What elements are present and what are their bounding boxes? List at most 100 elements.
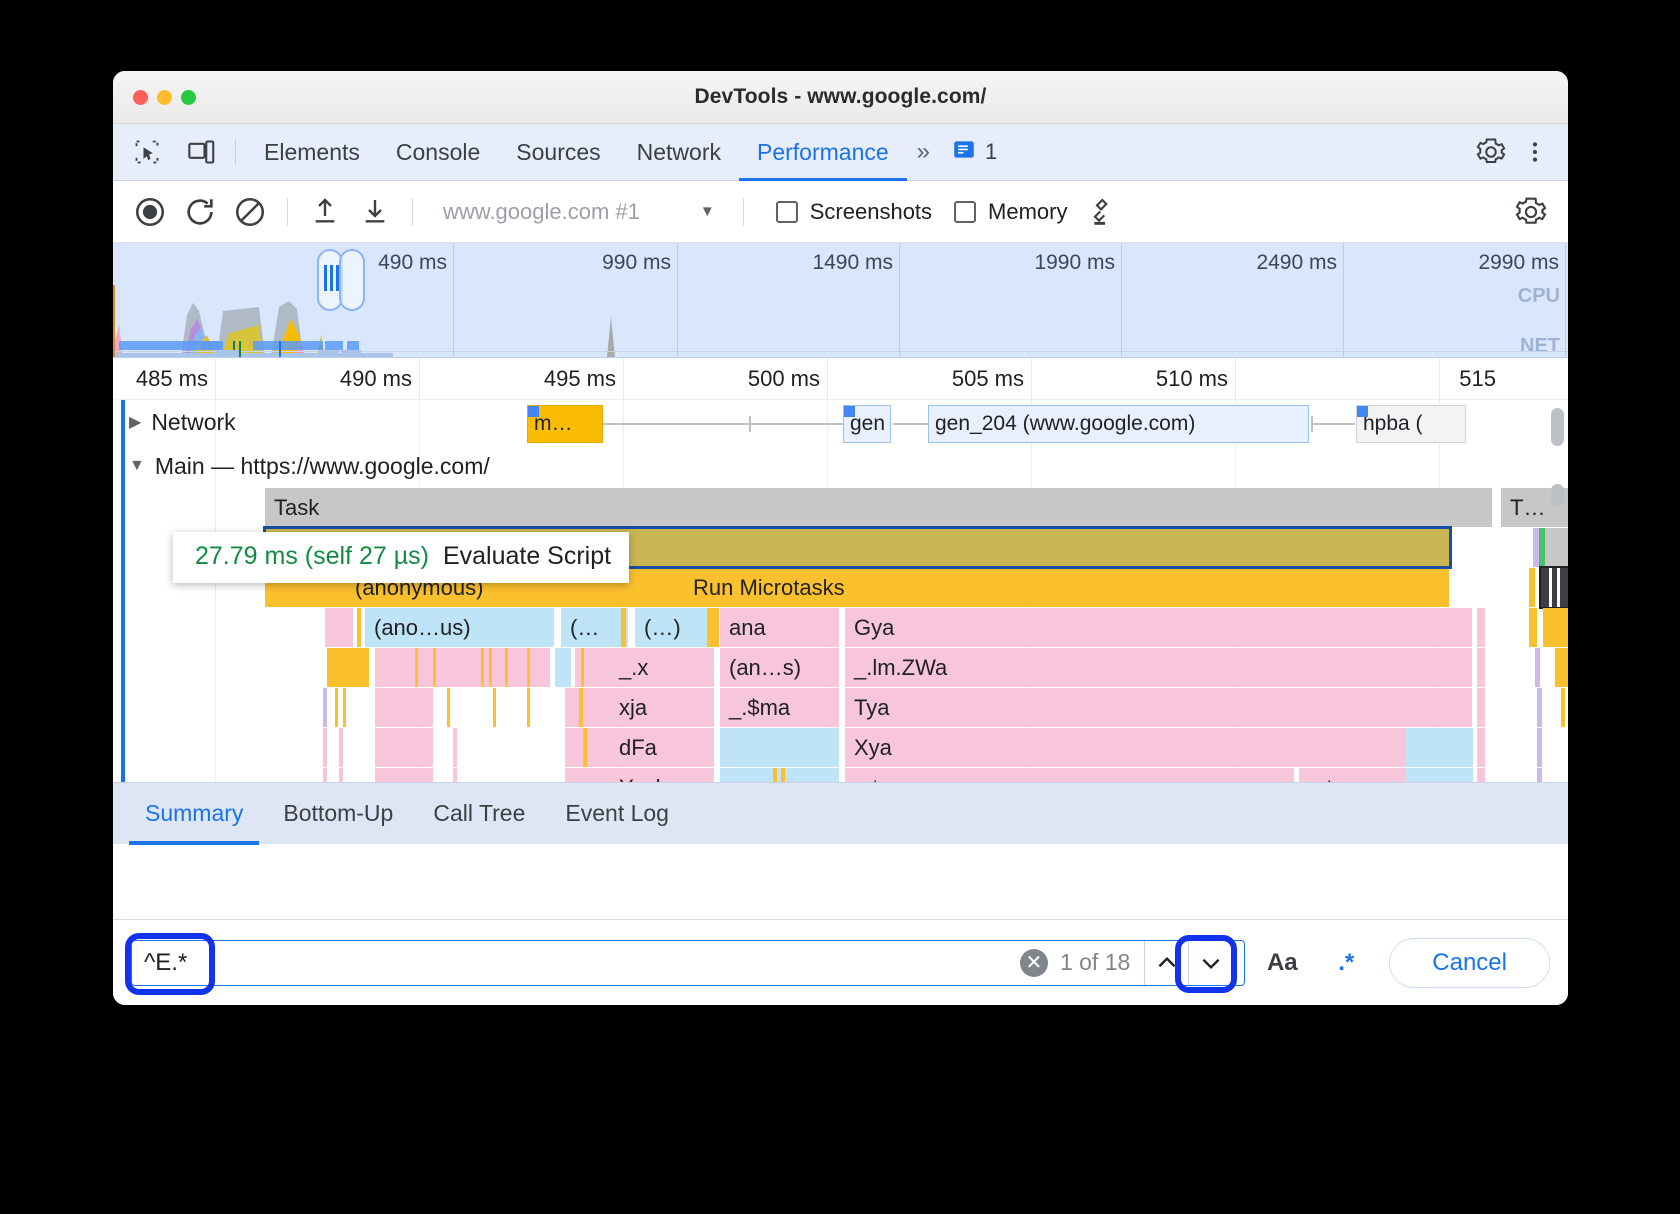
collect-garbage-icon[interactable] (1082, 189, 1128, 235)
record-icon[interactable] (127, 189, 173, 235)
network-request-label: hpba ( (1363, 412, 1423, 436)
match-case-button[interactable]: Aa (1255, 939, 1309, 987)
network-request-label: m… (534, 412, 573, 436)
memory-label: Memory (988, 199, 1067, 225)
clear-input-icon[interactable]: ✕ (1020, 949, 1048, 977)
load-profile-icon[interactable] (302, 189, 348, 235)
screenshots-checkbox[interactable]: Screenshots (776, 199, 932, 225)
overview-tick-label: 1990 ms (1034, 251, 1121, 275)
request-corner-marker (1357, 406, 1368, 417)
ruler-tick-label: 515 (1459, 366, 1503, 392)
devtools-tab-strip: Elements Console Sources Network Perform… (113, 124, 1568, 181)
gear-icon[interactable] (1472, 133, 1510, 171)
flame-box[interactable]: xja (610, 688, 715, 727)
flame-box[interactable]: _.$ma (720, 688, 840, 727)
overview-tick-label: 490 ms (378, 251, 453, 275)
tracks-scrollbar-thumb-top[interactable] (1551, 408, 1564, 446)
overview-tick-label: 1490 ms (812, 251, 899, 275)
network-request-label: gen (850, 412, 885, 436)
search-field-wrapper[interactable]: ✕ 1 of 18 (131, 940, 1245, 986)
flame-box[interactable]: (…) (635, 608, 715, 647)
network-request[interactable]: gen (843, 405, 891, 443)
flame-box[interactable]: _.x (610, 648, 715, 687)
network-request[interactable]: gen_204 (www.google.com) (928, 405, 1309, 443)
cancel-button[interactable]: Cancel (1389, 938, 1550, 988)
timeline-overview[interactable]: 490 ms 990 ms 1490 ms 1990 ms 2490 ms 29… (113, 243, 1568, 358)
request-corner-marker (844, 406, 855, 417)
performance-toolbar: www.google.com #1 ▼ Screenshots Memory (113, 181, 1568, 243)
overview-window-right-handle[interactable] (339, 249, 365, 311)
flame-box[interactable]: Task (265, 488, 1493, 527)
flame-box[interactable] (720, 728, 840, 767)
flame-box[interactable] (1541, 568, 1568, 607)
window-titlebar: DevTools - www.google.com/ (113, 71, 1568, 124)
ruler-tick-label: 505 ms (952, 366, 1031, 392)
match-count: 1 of 18 (1060, 949, 1130, 976)
memory-checkbox-box (954, 201, 976, 223)
search-bar: ✕ 1 of 18 Aa .* Cancel (113, 919, 1568, 1005)
window-title: DevTools - www.google.com/ (113, 85, 1568, 109)
event-tooltip: 27.79 ms (self 27 µs) Evaluate Script (173, 532, 629, 583)
search-next-button[interactable] (1188, 941, 1232, 985)
flame-box[interactable]: _.lm.ZWa (845, 648, 1473, 687)
three-dot-menu-icon[interactable] (1516, 133, 1554, 171)
track-header-network[interactable]: ▶ Network (113, 400, 236, 444)
inspect-icon[interactable] (127, 132, 167, 172)
tab-call-tree[interactable]: Call Tree (417, 783, 541, 845)
ruler-tick-label: 510 ms (1156, 366, 1235, 392)
flame-box[interactable] (1545, 528, 1568, 567)
tab-performance[interactable]: Performance (739, 124, 907, 181)
more-tabs-icon[interactable]: » (909, 138, 935, 166)
triangle-down-icon: ▼ (129, 457, 145, 475)
capture-settings-gear-icon[interactable] (1508, 189, 1554, 235)
flame-box[interactable]: dFa (610, 728, 715, 767)
tooltip-event-name: Evaluate Script (443, 542, 611, 571)
clear-icon[interactable] (227, 189, 273, 235)
toolbar-divider-2 (412, 198, 413, 226)
track-label-network: Network (151, 409, 235, 436)
network-request[interactable]: hpba ( (1356, 405, 1466, 443)
toolbar-divider (287, 198, 288, 226)
search-prev-button[interactable] (1144, 941, 1188, 985)
track-header-main[interactable]: ▼ Main — https://www.google.com/ (113, 444, 490, 488)
flame-box[interactable]: Gya (845, 608, 1473, 647)
tab-console[interactable]: Console (378, 124, 498, 181)
regex-button[interactable]: .* (1319, 939, 1373, 987)
issues-count: 1 (985, 139, 997, 165)
ruler-tick-label: 495 ms (544, 366, 623, 392)
network-requests-row: m… gen gen_204 (www.google.com) hpba ( (113, 402, 1568, 446)
flame-box[interactable]: (ano…us) (365, 608, 555, 647)
flame-box[interactable]: e.ta (845, 768, 1295, 782)
network-request-label: gen_204 (www.google.com) (935, 412, 1195, 436)
track-label-main: Main — https://www.google.com/ (155, 453, 490, 480)
reload-and-record-icon[interactable] (177, 189, 223, 235)
profile-selector[interactable]: www.google.com #1 ▼ (427, 199, 715, 225)
overview-tick-label: 2490 ms (1256, 251, 1343, 275)
tab-network[interactable]: Network (619, 124, 739, 181)
flame-box[interactable]: (an…s) (720, 648, 840, 687)
tab-elements[interactable]: Elements (246, 124, 378, 181)
tooltip-duration: 27.79 ms (self 27 µs) (195, 542, 429, 571)
tab-bottom-up[interactable]: Bottom-Up (267, 783, 409, 845)
tab-event-log[interactable]: Event Log (549, 783, 685, 845)
flame-box[interactable]: Y…b (610, 768, 715, 782)
timeline-tracks[interactable]: ▶ Network m… gen gen_204 (www.google.com… (113, 400, 1568, 782)
network-request[interactable]: m… (527, 405, 603, 443)
flame-box[interactable]: ana (720, 608, 840, 647)
search-input[interactable] (144, 949, 1020, 977)
save-profile-icon[interactable] (352, 189, 398, 235)
toolbar-divider-3 (743, 198, 744, 226)
memory-checkbox[interactable]: Memory (954, 199, 1067, 225)
tab-sources[interactable]: Sources (498, 124, 618, 181)
flame-box[interactable]: Tya (845, 688, 1473, 727)
screenshots-checkbox-box (776, 201, 798, 223)
ruler-tick-label: 500 ms (748, 366, 827, 392)
flame-box[interactable]: Xya (845, 728, 1473, 767)
tab-summary[interactable]: Summary (129, 783, 259, 845)
device-toolbar-icon[interactable] (181, 132, 221, 172)
issues-button[interactable]: 1 (951, 137, 997, 168)
flame-box[interactable]: (… (561, 608, 629, 647)
tracks-scrollbar-thumb[interactable] (1551, 484, 1564, 506)
devtools-window: DevTools - www.google.com/ Elements Cons… (113, 71, 1568, 1005)
triangle-right-icon: ▶ (129, 412, 141, 432)
